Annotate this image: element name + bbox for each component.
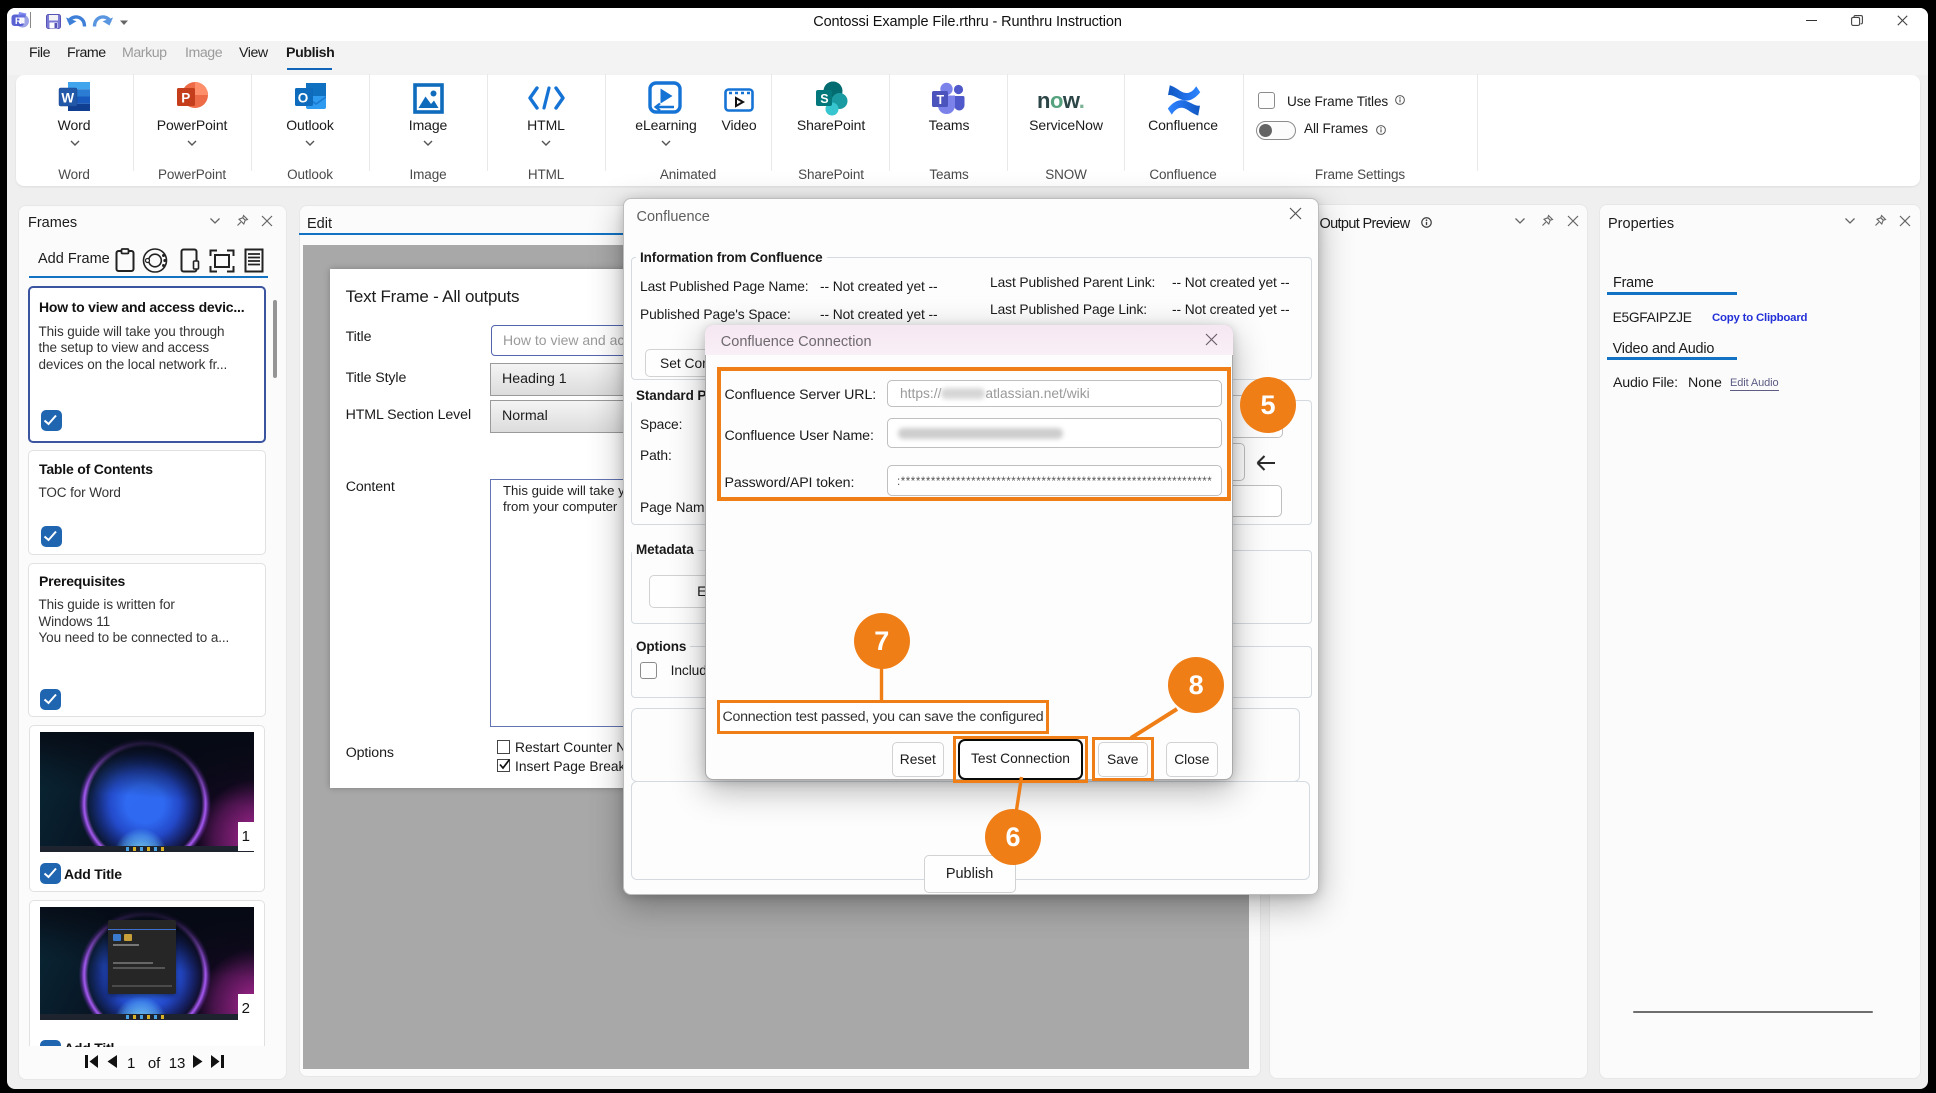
svg-text:S: S — [820, 92, 828, 106]
svg-text:P: P — [181, 91, 190, 106]
svg-text:O: O — [298, 91, 309, 106]
svg-text:W: W — [61, 91, 74, 106]
svg-text:T: T — [937, 93, 945, 107]
